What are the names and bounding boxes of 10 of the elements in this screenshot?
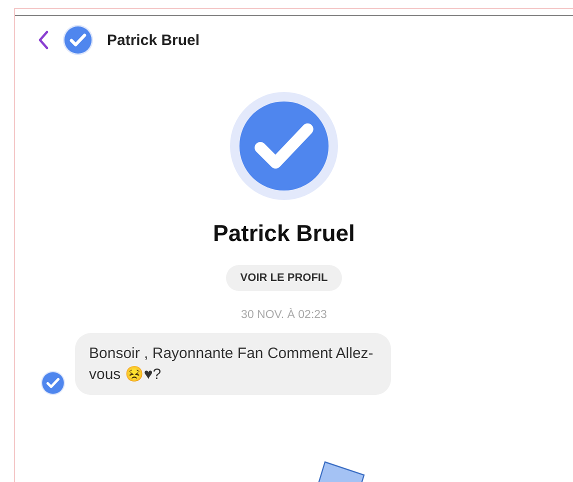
view-profile-button[interactable]: VOIR LE PROFIL [226, 265, 342, 291]
sender-avatar-icon [41, 371, 65, 395]
avatar-icon [63, 25, 93, 55]
back-icon [37, 30, 49, 50]
contact-name: Patrick Bruel [107, 32, 200, 48]
message-timestamp: 30 NOV. À 02:23 [241, 309, 327, 321]
profile-avatar-icon [230, 92, 338, 200]
profile-name: Patrick Bruel [213, 220, 355, 247]
message-bubble: Bonsoir , Rayonnante Fan Comment Allez-vous 😣♥? [75, 333, 391, 395]
back-button[interactable] [37, 30, 49, 50]
